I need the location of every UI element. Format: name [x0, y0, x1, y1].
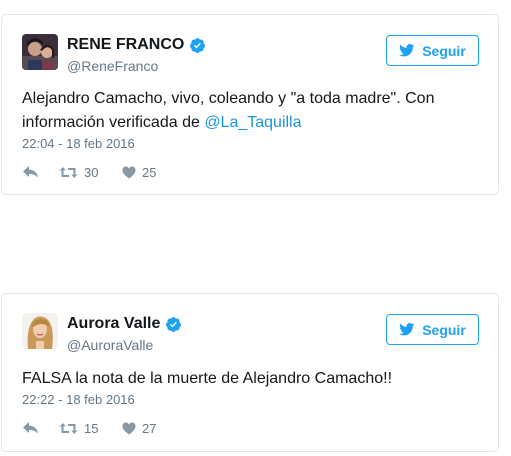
tweet-timestamp[interactable]: 22:04 - 18 feb 2016 — [22, 136, 135, 151]
heart-icon — [122, 422, 136, 434]
mention-link[interactable]: @La_Taquilla — [204, 114, 301, 131]
heart-icon — [122, 166, 136, 178]
follow-button[interactable]: Seguir — [386, 35, 479, 66]
avatar[interactable] — [22, 34, 58, 70]
tweet-actions: 30 25 — [22, 163, 156, 181]
retweet-count: 30 — [84, 164, 99, 180]
tweet-timestamp[interactable]: 22:22 - 18 feb 2016 — [22, 392, 135, 407]
twitter-bird-icon — [399, 44, 415, 57]
follow-button-label: Seguir — [422, 321, 466, 338]
verified-badge-icon — [165, 316, 182, 333]
tweet-text: FALSA la nota de la muerte de Alejandro … — [22, 367, 478, 391]
author-name[interactable]: RENE FRANCO — [67, 36, 206, 54]
tweet-card: RENE FRANCO @ReneFranco Seguir Alejandro… — [1, 14, 499, 195]
author-name[interactable]: Aurora Valle — [67, 315, 182, 333]
avatar[interactable] — [22, 313, 58, 349]
retweet-button[interactable]: 30 — [59, 165, 122, 180]
like-count: 25 — [142, 164, 157, 180]
author-handle[interactable]: @AuroraValle — [67, 337, 153, 353]
reply-icon — [23, 422, 38, 434]
tweet-text: Alejandro Camacho, vivo, coleando y "a t… — [22, 87, 478, 135]
verified-badge-icon — [189, 37, 206, 54]
reply-icon — [23, 166, 38, 178]
retweet-count: 15 — [84, 420, 99, 436]
like-button[interactable]: 25 — [122, 165, 156, 180]
follow-button-label: Seguir — [422, 42, 466, 59]
retweet-icon — [59, 166, 78, 178]
tweet-actions: 15 27 — [22, 419, 156, 437]
like-button[interactable]: 27 — [122, 421, 156, 436]
like-count: 27 — [142, 420, 157, 436]
reply-button[interactable] — [22, 421, 59, 435]
tweet-card: Aurora Valle @AuroraValle Seguir FALSA l… — [1, 293, 499, 452]
author-name-text[interactable]: RENE FRANCO — [67, 36, 184, 54]
author-handle[interactable]: @ReneFranco — [67, 58, 158, 74]
follow-button[interactable]: Seguir — [386, 314, 479, 345]
reply-button[interactable] — [22, 165, 59, 179]
author-name-text[interactable]: Aurora Valle — [67, 315, 160, 333]
retweet-button[interactable]: 15 — [59, 421, 122, 436]
tweet-text-body: FALSA la nota de la muerte de Alejandro … — [22, 370, 393, 387]
twitter-bird-icon — [399, 323, 415, 336]
retweet-icon — [59, 422, 78, 434]
